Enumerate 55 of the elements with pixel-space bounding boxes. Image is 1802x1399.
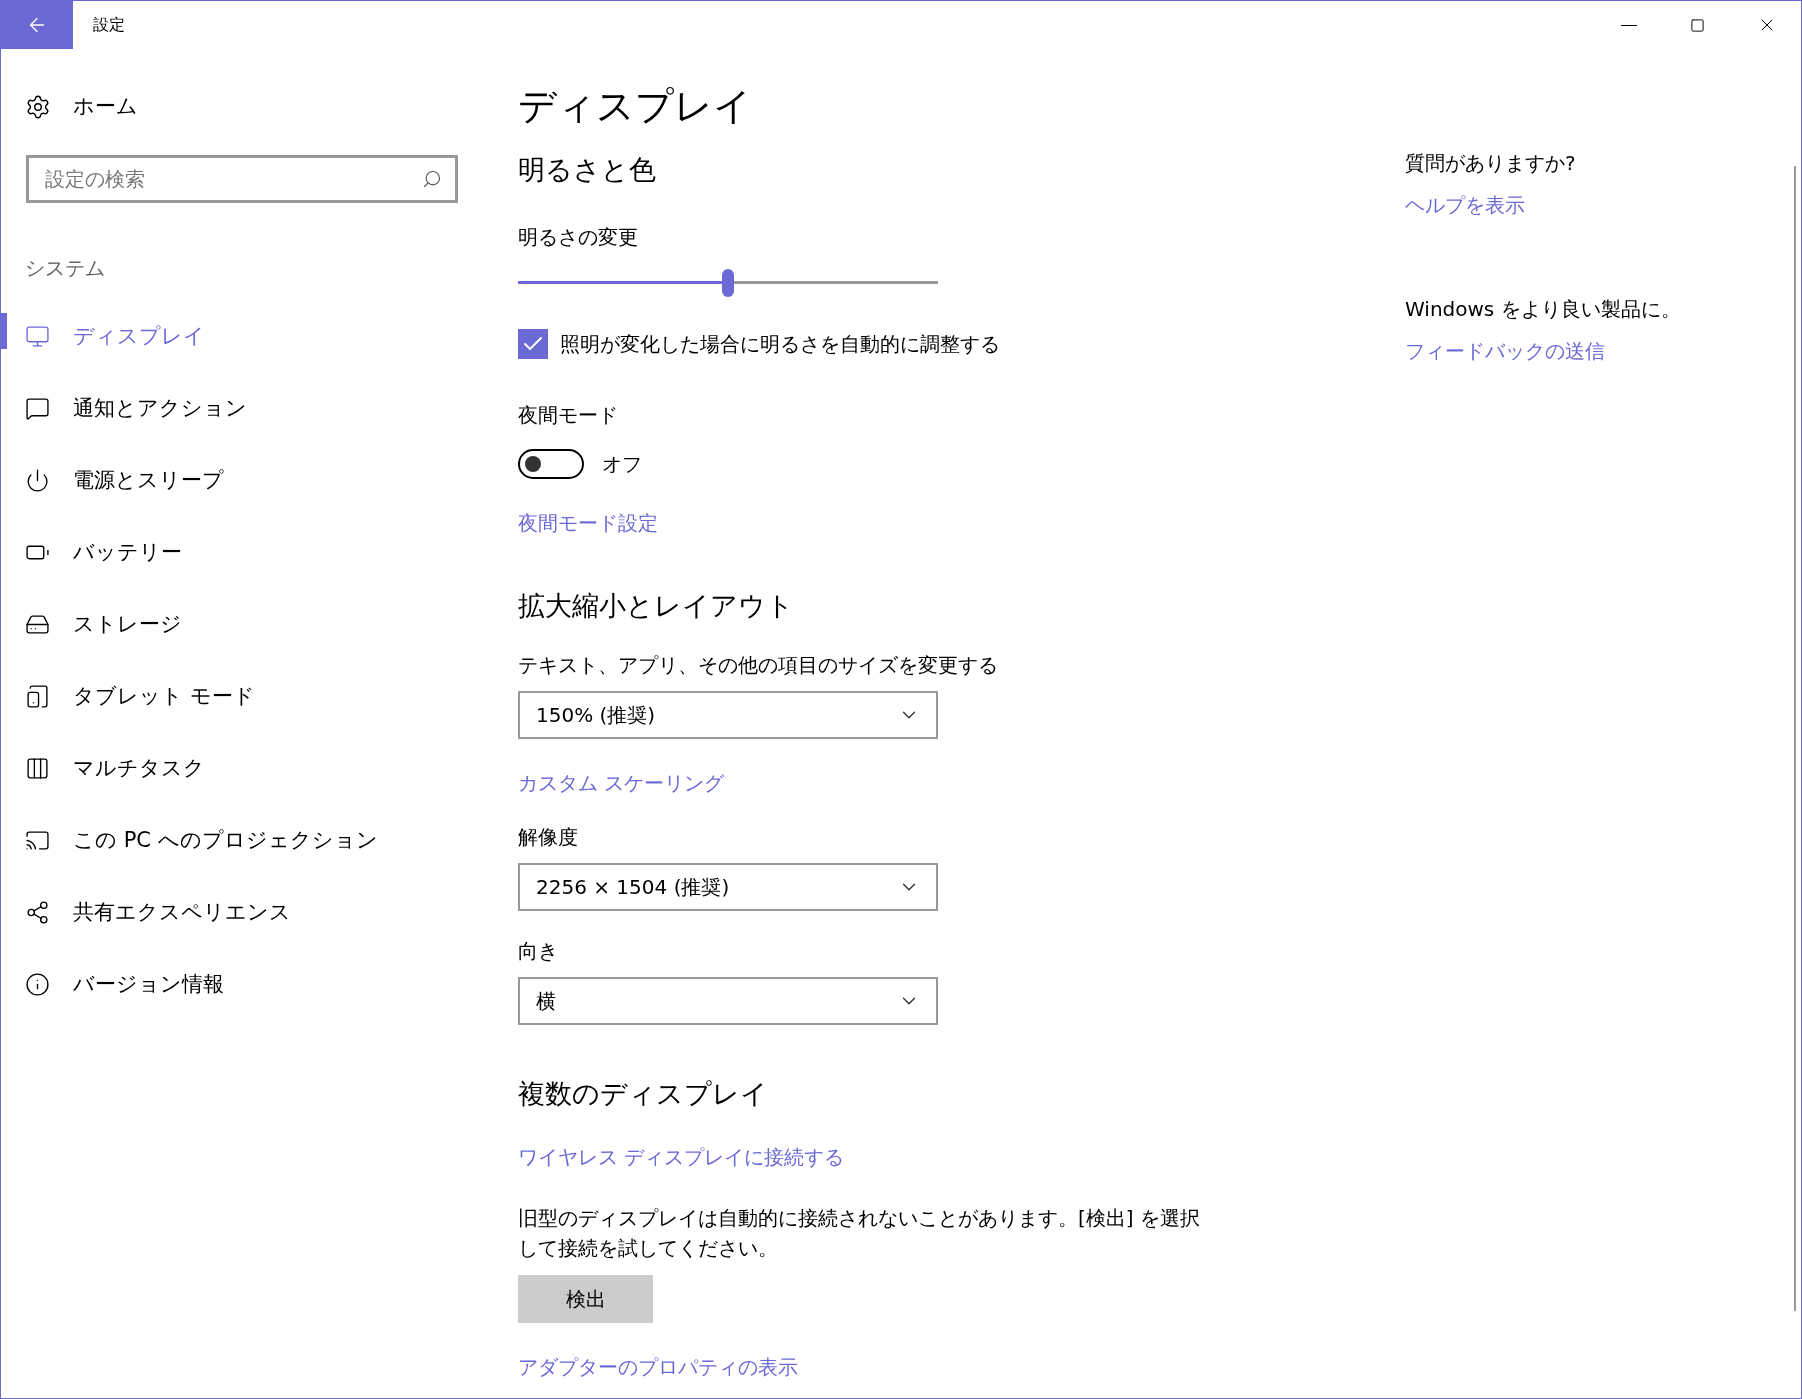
drive-icon bbox=[25, 612, 50, 637]
search-field[interactable]: 設定の検索 bbox=[26, 154, 458, 203]
toggle-switch[interactable] bbox=[518, 449, 584, 479]
link[interactable]: カスタム スケーリング bbox=[518, 769, 725, 797]
nav-item[interactable]: 通知とアクション bbox=[25, 392, 247, 425]
nav-item[interactable]: バージョン情報 bbox=[25, 968, 224, 1001]
nav-item[interactable]: タブレット モード bbox=[25, 680, 255, 713]
dropdown-label: 解像度 bbox=[518, 824, 578, 851]
monitor-icon bbox=[25, 324, 50, 349]
dropdown[interactable]: 2256 × 1504 (推奨) bbox=[518, 863, 938, 911]
nav-item[interactable]: この PC へのプロジェクション bbox=[25, 824, 378, 857]
settings-icon bbox=[25, 93, 51, 120]
aside-heading: Windows をより良い製品に。 bbox=[1405, 296, 1681, 323]
nav-item[interactable]: 共有エクスペリエンス bbox=[25, 896, 291, 929]
aside-heading: 質問がありますか? bbox=[1405, 150, 1576, 177]
maximize-icon bbox=[1690, 17, 1705, 33]
nav-item[interactable]: マルチタスク bbox=[25, 752, 205, 785]
dropdown[interactable]: 150% (推奨) bbox=[518, 691, 938, 739]
link[interactable]: フィードバックの送信 bbox=[1405, 337, 1605, 365]
nav-item[interactable]: バッテリー bbox=[25, 536, 182, 569]
nav-item[interactable]: 電源とスリープ bbox=[25, 464, 224, 497]
link[interactable]: ワイヤレス ディスプレイに接続する bbox=[518, 1143, 845, 1171]
slider-label: 明るさの変更 bbox=[518, 224, 638, 251]
share-icon bbox=[25, 900, 50, 925]
section-heading: 複数のディスプレイ bbox=[518, 1077, 768, 1111]
window-title: 設定 bbox=[93, 14, 125, 36]
power-icon bbox=[25, 468, 50, 493]
link[interactable]: 夜間モード設定 bbox=[518, 509, 658, 537]
dropdown-label: テキスト、アプリ、その他の項目のサイズを変更する bbox=[518, 652, 998, 679]
dropdown-label: 向き bbox=[518, 938, 558, 965]
scrollbar[interactable] bbox=[1794, 166, 1796, 1311]
search-icon bbox=[422, 168, 442, 189]
toggle-label: 夜間モード bbox=[518, 402, 618, 429]
minimize-icon bbox=[1620, 24, 1637, 26]
section-heading: 拡大縮小とレイアウト bbox=[518, 589, 794, 623]
dropdown[interactable]: 横 bbox=[518, 977, 938, 1025]
page-title: ディスプレイ bbox=[518, 83, 752, 130]
link[interactable]: アダプターのプロパティの表示 bbox=[518, 1353, 798, 1381]
toggle-state: オフ bbox=[602, 451, 642, 478]
home-item[interactable]: ホーム bbox=[25, 91, 138, 123]
tablet-icon bbox=[25, 684, 50, 709]
speech-bubble-icon bbox=[25, 396, 50, 421]
info-icon bbox=[25, 972, 50, 997]
section-heading: 明るさと色 bbox=[518, 153, 656, 187]
nav-item[interactable]: ストレージ bbox=[25, 608, 182, 641]
cast-icon bbox=[25, 828, 50, 853]
checkbox-label: 照明が変化した場合に明るさを自動的に調整する bbox=[560, 331, 1000, 358]
description-text: 旧型のディスプレイは自動的に接続されないことがあります。[検出] を選択して接続を試してください。 bbox=[518, 1205, 1201, 1262]
nav-item[interactable]: ディスプレイ bbox=[25, 320, 205, 353]
brightness-slider[interactable] bbox=[518, 269, 938, 297]
window-icon bbox=[25, 756, 50, 781]
detect-button[interactable]: 検出 bbox=[518, 1275, 653, 1323]
section-label: システム bbox=[25, 254, 105, 282]
link[interactable]: ヘルプを表示 bbox=[1405, 191, 1525, 219]
checkbox[interactable] bbox=[518, 329, 548, 359]
